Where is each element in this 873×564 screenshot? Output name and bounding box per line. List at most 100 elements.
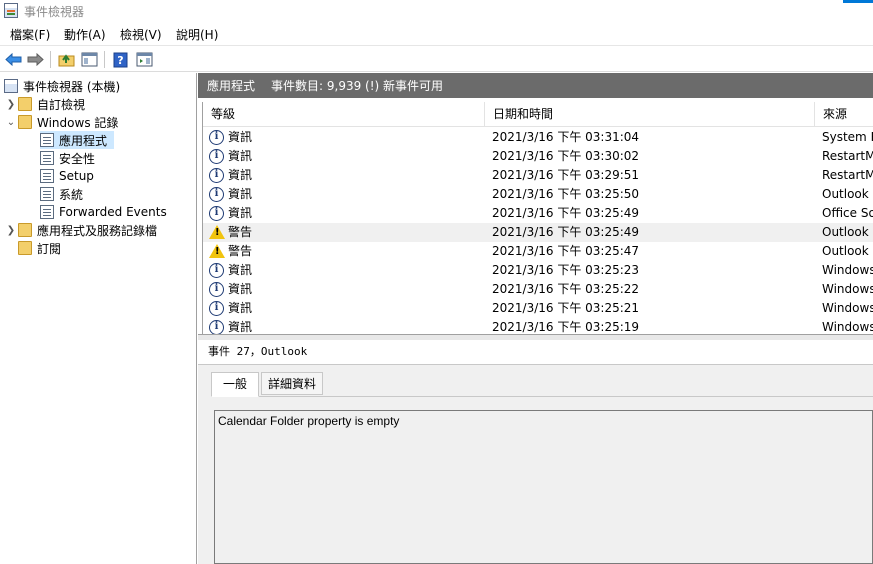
- warning-icon: [209, 225, 225, 239]
- info-icon: i: [209, 263, 224, 278]
- tree-item-custom-views[interactable]: ❯ 自訂檢視: [4, 95, 85, 113]
- tree-item-label: 事件檢視器 (本機): [23, 79, 121, 94]
- table-row[interactable]: i 資訊 2021/3/16 下午 03:30:02 RestartM: [203, 147, 873, 166]
- tree-item-application[interactable]: 應用程式: [40, 131, 114, 149]
- title-bar: 事件檢視器: [0, 0, 873, 22]
- cell-datetime: 2021/3/16 下午 03:25:49: [492, 206, 640, 220]
- log-title: 應用程式: [207, 79, 256, 93]
- info-icon: i: [209, 320, 224, 334]
- menu-action[interactable]: 動作(A): [64, 26, 106, 43]
- cell-source: RestartM: [822, 168, 873, 182]
- cell-level: 資訊: [228, 301, 253, 315]
- chevron-down-icon[interactable]: ⌄: [4, 117, 18, 128]
- help-icon[interactable]: ?: [111, 50, 130, 69]
- menu-file[interactable]: 檔案(F): [10, 26, 50, 43]
- forward-arrow-icon[interactable]: [26, 50, 45, 69]
- tree-item-forwarded-events[interactable]: Forwarded Events: [40, 203, 167, 221]
- tree-item-subscriptions[interactable]: 訂閱: [18, 239, 61, 257]
- tree-item-system[interactable]: 系統: [40, 185, 83, 203]
- cell-level: 資訊: [228, 187, 253, 201]
- cell-source: Outlook: [822, 225, 869, 239]
- tree-item-label: 應用程式: [59, 133, 108, 148]
- info-icon: i: [209, 187, 224, 202]
- cell-source: System R: [822, 130, 873, 144]
- warning-icon: [209, 244, 225, 258]
- cell-level: 資訊: [228, 149, 253, 163]
- table-row[interactable]: i 資訊 2021/3/16 下午 03:25:23 Windows: [203, 261, 873, 280]
- cell-datetime: 2021/3/16 下午 03:25:49: [492, 225, 640, 239]
- tab-details[interactable]: 詳細資料: [261, 372, 323, 395]
- column-header-source[interactable]: 來源: [815, 102, 873, 127]
- info-icon: i: [209, 206, 224, 221]
- cell-datetime: 2021/3/16 下午 03:31:04: [492, 130, 640, 144]
- cell-source: Windows: [822, 301, 873, 315]
- tree-item-app-service-logs[interactable]: ❯ 應用程式及服務記錄檔: [4, 221, 157, 239]
- cell-source: Windows: [822, 263, 873, 277]
- column-header-level[interactable]: 等級: [203, 102, 485, 127]
- chevron-right-icon[interactable]: ❯: [4, 99, 18, 110]
- event-viewer-app-icon: [4, 3, 18, 18]
- log-header: 應用程式 事件數目: 9,939 (!) 新事件可用: [198, 73, 873, 98]
- folder-up-icon[interactable]: [57, 50, 76, 69]
- cell-level: 資訊: [228, 168, 253, 182]
- window-corner-accent: [843, 0, 873, 3]
- menu-bar: 檔案(F) 動作(A) 檢視(V) 說明(H): [0, 22, 873, 44]
- cell-datetime: 2021/3/16 下午 03:25:19: [492, 320, 640, 334]
- tree-item-security[interactable]: 安全性: [40, 149, 95, 167]
- table-row[interactable]: i 資訊 2021/3/16 下午 03:25:19 Windows: [203, 318, 873, 334]
- cell-source: Outlook: [822, 187, 869, 201]
- cell-level: 警告: [228, 244, 253, 258]
- chevron-right-icon[interactable]: ❯: [4, 225, 18, 236]
- table-row[interactable]: i 資訊 2021/3/16 下午 03:29:51 RestartM: [203, 166, 873, 185]
- tree-item-windows-logs[interactable]: ⌄ Windows 記錄: [4, 113, 118, 131]
- tree-item-label: Setup: [59, 169, 94, 183]
- cell-source: RestartM: [822, 149, 873, 163]
- tab-general[interactable]: 一般: [211, 372, 259, 397]
- console-tree: 事件檢視器 (本機) ❯ 自訂檢視 ⌄ Windows 記錄 應用程式 安全性 …: [0, 73, 197, 564]
- tree-item-root[interactable]: 事件檢視器 (本機): [4, 77, 120, 95]
- log-icon: [40, 187, 54, 201]
- cell-datetime: 2021/3/16 下午 03:25:21: [492, 301, 640, 315]
- tree-item-label: 自訂檢視: [37, 97, 86, 112]
- event-list-header: 等級 日期和時間 來源: [203, 102, 873, 127]
- menu-view[interactable]: 檢視(V): [120, 26, 162, 43]
- table-row[interactable]: i 資訊 2021/3/16 下午 03:25:50 Outlook: [203, 185, 873, 204]
- table-row[interactable]: 警告 2021/3/16 下午 03:25:49 Outlook: [203, 223, 873, 242]
- cell-datetime: 2021/3/16 下午 03:25:50: [492, 187, 640, 201]
- info-icon: i: [209, 301, 224, 316]
- tree-item-label: 系統: [59, 187, 84, 202]
- table-row[interactable]: i 資訊 2021/3/16 下午 03:25:49 Office So: [203, 204, 873, 223]
- event-description: Calendar Folder property is empty: [214, 410, 873, 564]
- tree-item-label: 安全性: [59, 151, 96, 166]
- cell-datetime: 2021/3/16 下午 03:30:02: [492, 149, 640, 163]
- back-arrow-icon[interactable]: [4, 50, 23, 69]
- column-header-datetime[interactable]: 日期和時間: [485, 102, 815, 127]
- table-row[interactable]: i 資訊 2021/3/16 下午 03:25:21 Windows: [203, 299, 873, 318]
- folder-icon: [18, 223, 32, 237]
- subscriptions-icon: [18, 241, 32, 255]
- event-detail-title: 事件 27，Outlook: [198, 340, 873, 365]
- cell-level: 警告: [228, 225, 253, 239]
- tree-item-label: Forwarded Events: [59, 205, 167, 219]
- toolbar: ?: [0, 45, 873, 72]
- event-list: 等級 日期和時間 來源 i 資訊 2021/3/16 下午 03:31:04 Syst…: [202, 102, 873, 334]
- table-row[interactable]: i 資訊 2021/3/16 下午 03:31:04 System R: [203, 128, 873, 147]
- info-icon: i: [209, 282, 224, 297]
- table-row[interactable]: 警告 2021/3/16 下午 03:25:47 Outlook: [203, 242, 873, 261]
- log-icon: [40, 133, 54, 147]
- table-row[interactable]: i 資訊 2021/3/16 下午 03:25:22 Windows: [203, 280, 873, 299]
- event-detail-pane: 事件 27，Outlook 一般 詳細資料 Calendar Folder pr…: [198, 340, 873, 564]
- menu-help[interactable]: 說明(H): [176, 26, 218, 43]
- tree-item-label: 訂閱: [37, 241, 62, 256]
- cell-level: 資訊: [228, 263, 253, 277]
- cell-source: Outlook: [822, 244, 869, 258]
- cell-source: Office So: [822, 206, 873, 220]
- log-icon: [40, 151, 54, 165]
- cell-datetime: 2021/3/16 下午 03:29:51: [492, 168, 640, 182]
- tree-item-label: Windows 記錄: [37, 115, 119, 130]
- show-hide-tree-icon[interactable]: [80, 50, 99, 69]
- show-action-pane-icon[interactable]: [135, 50, 154, 69]
- cell-datetime: 2021/3/16 下午 03:25:22: [492, 282, 640, 296]
- event-viewer-icon: [4, 79, 18, 93]
- tree-item-setup[interactable]: Setup: [40, 167, 94, 185]
